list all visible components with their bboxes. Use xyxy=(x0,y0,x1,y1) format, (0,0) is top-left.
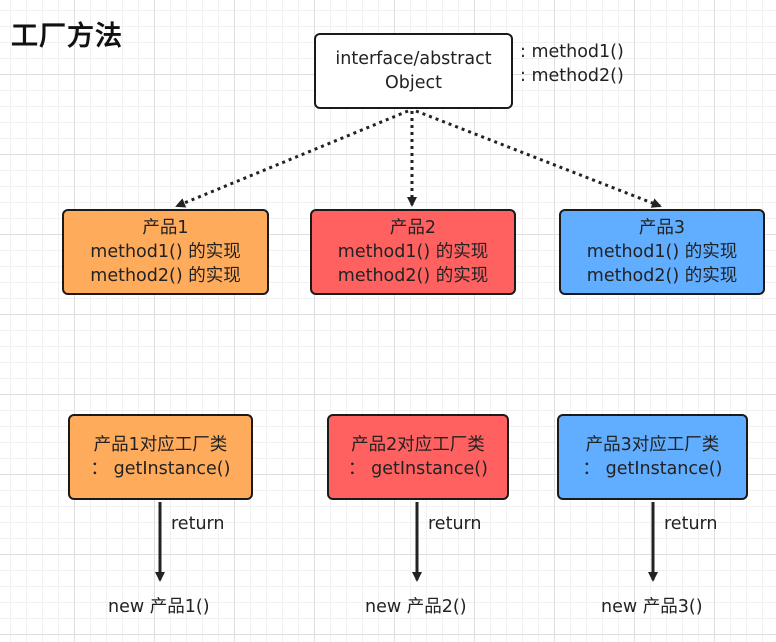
factory2-name: 产品2对应工厂类 xyxy=(351,435,485,455)
dotted-arrow-product1 xyxy=(175,109,409,208)
factory2-method: ： getInstance() xyxy=(348,459,488,479)
factory3-name: 产品3对应工厂类 xyxy=(585,435,720,455)
interface-methods: : method1() : method2() xyxy=(520,40,624,88)
product2-box: 产品2 method1() 的实现 method2() 的实现 xyxy=(310,209,516,295)
dotted-arrow-product3 xyxy=(415,109,662,208)
product1-name: 产品1 xyxy=(142,218,189,238)
interface-label-line2: Object xyxy=(385,73,442,93)
factory2-box: 产品2对应工厂类 ： getInstance() xyxy=(327,414,509,500)
product1-method1: method1() 的实现 xyxy=(90,242,241,262)
product1-box: 产品1 method1() 的实现 method2() 的实现 xyxy=(62,209,269,295)
interface-method-2: : method2() xyxy=(520,66,624,86)
result-label-2: new 产品2() xyxy=(365,597,467,617)
interface-label-line1: interface/abstract xyxy=(335,49,492,69)
factory1-method: ： getInstance() xyxy=(90,459,231,479)
return-label-1: return xyxy=(171,514,225,534)
factory3-box: 产品3对应工厂类 ： getInstance() xyxy=(557,414,748,500)
product3-name: 产品3 xyxy=(638,218,686,238)
return-label-2: return xyxy=(428,514,482,534)
result-label-1: new 产品1() xyxy=(108,597,210,617)
product2-name: 产品2 xyxy=(389,218,437,238)
product3-method2: method2() 的实现 xyxy=(586,266,738,286)
factory1-box: 产品1对应工厂类 ： getInstance() xyxy=(68,414,253,500)
factory3-method: ： getInstance() xyxy=(582,459,723,479)
factory1-name: 产品1对应工厂类 xyxy=(93,435,228,455)
return-label-3: return xyxy=(664,514,718,534)
result-label-3: new 产品3() xyxy=(601,597,703,617)
product2-method1: method1() 的实现 xyxy=(337,242,489,262)
interface-box: interface/abstract Object xyxy=(314,33,513,109)
product3-box: 产品3 method1() 的实现 method2() 的实现 xyxy=(559,209,765,295)
product2-method2: method2() 的实现 xyxy=(337,266,489,286)
product1-method2: method2() 的实现 xyxy=(90,266,241,286)
interface-method-1: : method1() xyxy=(520,42,624,62)
product3-method1: method1() 的实现 xyxy=(586,242,738,262)
